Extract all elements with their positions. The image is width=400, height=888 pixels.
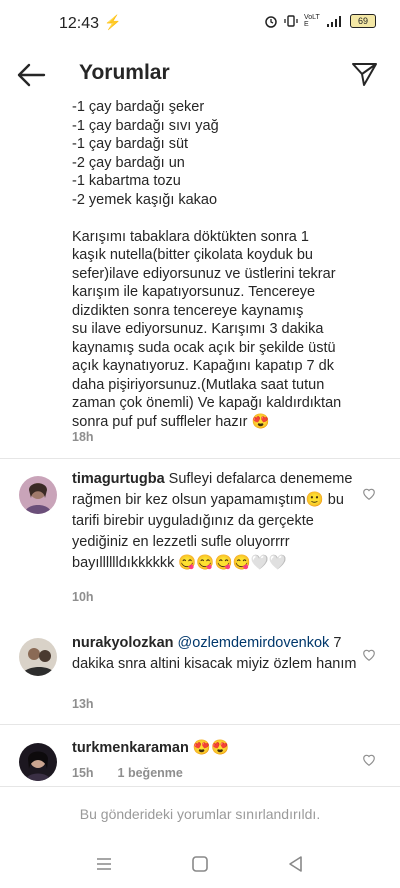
avatar[interactable] [19, 476, 57, 514]
header: Yorumlar [0, 50, 400, 100]
comment-text: nurakyolozkan @ozlemdemirdovenkok 7 daki… [72, 633, 357, 675]
comment-username[interactable]: turkmenkaraman [72, 740, 189, 756]
caption-line: -1 çay bardağı şeker [72, 99, 205, 115]
comment-timestamp: 13h [72, 697, 94, 711]
caption-line: karışım ile kapatıyorsunuz. Tencereye [72, 284, 316, 300]
caption-line: -1 kabartma tozu [72, 173, 181, 189]
caption-line: -2 yemek kaşığı kakao [72, 191, 218, 208]
caption-line: daha pişiriyorsunuz.(Mutlaka saat tutun [72, 376, 325, 393]
status-bar: 12:43 ⚡ VoLTE 69 [0, 0, 400, 50]
signal-icon [327, 15, 341, 27]
heart-icon[interactable] [362, 648, 376, 662]
caption-line: -1 çay bardağı süt [72, 136, 189, 152]
comment-meta: 15h 1 beğenme [72, 766, 183, 780]
caption-line: kaşık nutella(bitter çikolata koyduk bu [72, 247, 313, 263]
divider [0, 724, 400, 725]
comment-text: turkmenkaraman 😍😍 [72, 738, 357, 759]
comment-meta: 13h [72, 697, 94, 711]
back-nav-icon[interactable] [286, 854, 306, 874]
caption-line: su ilave ediyorsunuz. Karışımı 3 dakika [72, 321, 324, 337]
caption-line: açık kaynatıyoruz. Kapağını kapatıp 7 dk [72, 358, 334, 374]
comments-restricted-note: Bu gönderideki yorumlar sınırlandırıldı. [79, 806, 321, 822]
status-time: 12:43 [59, 15, 100, 32]
comment-username[interactable]: timagurtugba [72, 471, 165, 487]
avatar[interactable] [19, 638, 57, 676]
avatar[interactable] [19, 743, 57, 781]
caption-line: Karışımı tabaklara döktükten sonra 1 [72, 228, 309, 245]
status-icons: VoLTE 69 [264, 14, 376, 28]
caption-line: -2 çay bardağı un [72, 154, 185, 171]
volte-icon: VoLTE [304, 14, 320, 28]
comment-body: 😍😍 [188, 740, 229, 756]
divider [0, 786, 400, 787]
comment-text: timagurtugba Sufleyi defalarca denememe … [72, 469, 357, 574]
page-title: Yorumlar [79, 61, 170, 84]
system-nav-bar [0, 846, 400, 888]
heart-icon[interactable] [362, 487, 376, 501]
battery-icon: 69 [350, 14, 376, 28]
comment-timestamp: 15h [72, 766, 94, 780]
vibrate-icon [284, 15, 298, 27]
divider [0, 458, 400, 459]
mention-link[interactable]: @ozlemdemirdovenkok [174, 635, 330, 651]
caption-line: dizdikten sonra tencereye kaynamış [72, 302, 304, 319]
caption-line: -1 çay bardağı sıvı yağ [72, 117, 219, 134]
caption-line: zaman çok önemli) Ve kapağı kaldırdıktan [72, 395, 342, 411]
back-arrow-icon[interactable] [16, 62, 46, 88]
caption-line: sefer)ilave ediyorsunuz ve üstlerini tek… [72, 265, 336, 282]
comment-timestamp: 10h [72, 590, 94, 604]
comment-meta: 10h [72, 590, 94, 604]
caption-timestamp: 18h [72, 430, 94, 444]
menu-icon[interactable] [94, 854, 114, 874]
comment-likes[interactable]: 1 beğenme [118, 766, 183, 780]
alarm-icon [265, 16, 277, 28]
send-direct-icon[interactable] [350, 60, 378, 88]
system-indicator-icon: ⚡ [104, 14, 122, 30]
post-caption: -1 çay bardağı şeker -1 çay bardağı sıvı… [72, 98, 377, 431]
caption-line: kaynamış suda ocak açık bir şekilde üstü [72, 339, 336, 356]
caption-line: sonra puf puf suffleler hazır 😍 [72, 413, 270, 430]
home-icon[interactable] [190, 854, 210, 874]
heart-icon[interactable] [362, 753, 376, 767]
comment-username[interactable]: nurakyolozkan [72, 635, 174, 651]
